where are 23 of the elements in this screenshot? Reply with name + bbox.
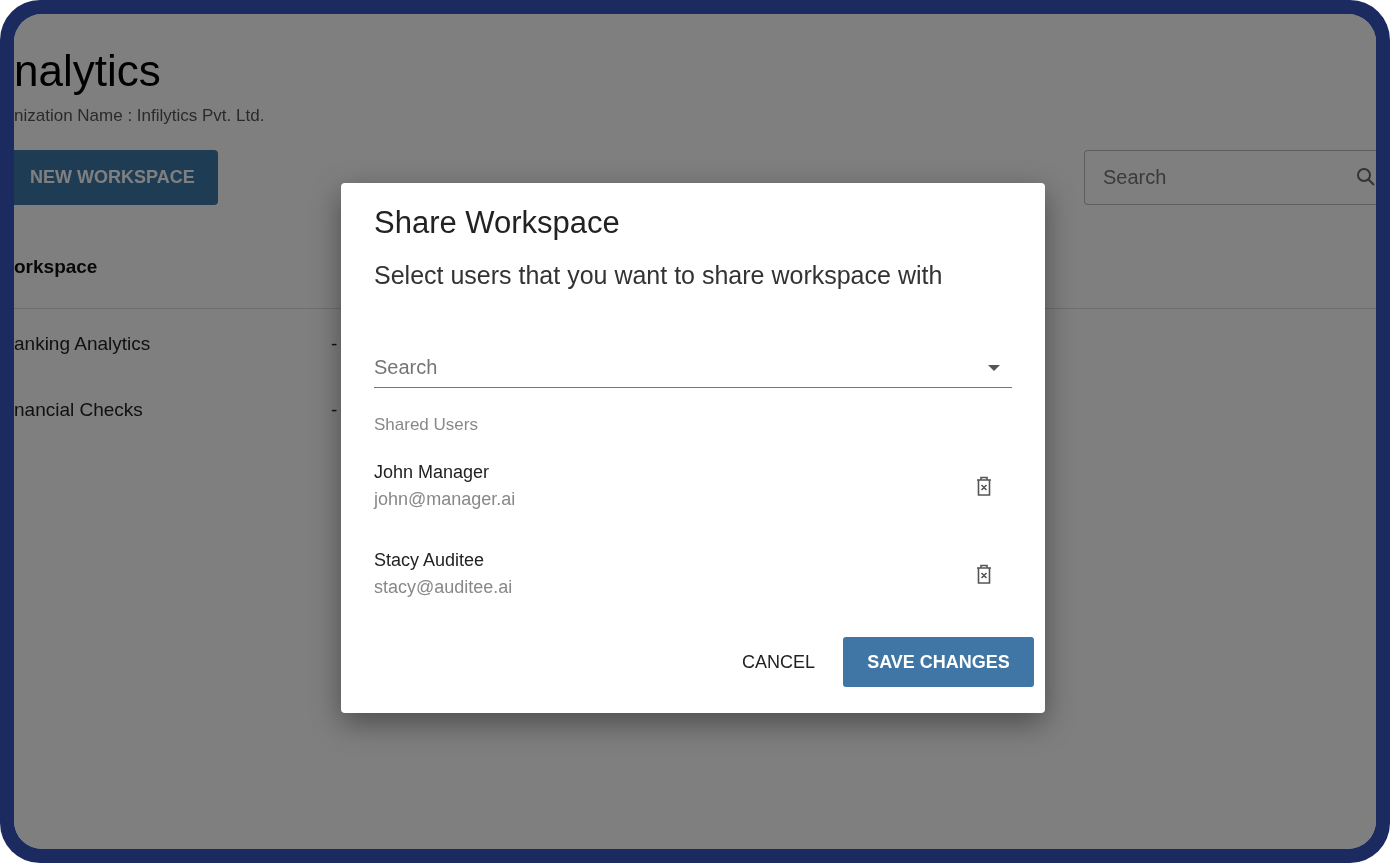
column-header: orkspace (14, 255, 99, 278)
page-title: nalytics (14, 46, 162, 96)
delete-icon[interactable] (976, 564, 992, 584)
save-changes-button[interactable]: SAVE CHANGES (843, 637, 1034, 687)
dialog-subtitle: Select users that you want to share workspace with (374, 261, 944, 290)
table-cell: - (331, 332, 338, 355)
search-icon (1356, 167, 1376, 187)
user-name: Stacy Auditee (374, 550, 486, 571)
table-cell: - (331, 398, 338, 421)
new-workspace-button[interactable]: NEW WORKSPACE (14, 150, 218, 205)
section-label: Shared Users (374, 415, 479, 435)
user-name: John Manager (374, 462, 491, 483)
user-search-field[interactable]: Search (374, 348, 1012, 388)
user-email: stacy@auditee.ai (374, 577, 513, 598)
table-cell-text: anking Analytics (14, 332, 152, 355)
cancel-button[interactable]: CANCEL (735, 650, 821, 674)
organization-name: nization Name : Infilytics Pvt. Ltd. (14, 106, 266, 126)
caret-icon (988, 365, 1000, 371)
search-field[interactable]: Search (1084, 150, 1376, 205)
user-email: john@manager.ai (374, 489, 516, 510)
dialog-title: Share Workspace (374, 205, 621, 241)
table-cell-text: nancial Checks (14, 398, 144, 421)
delete-icon[interactable] (976, 476, 992, 496)
